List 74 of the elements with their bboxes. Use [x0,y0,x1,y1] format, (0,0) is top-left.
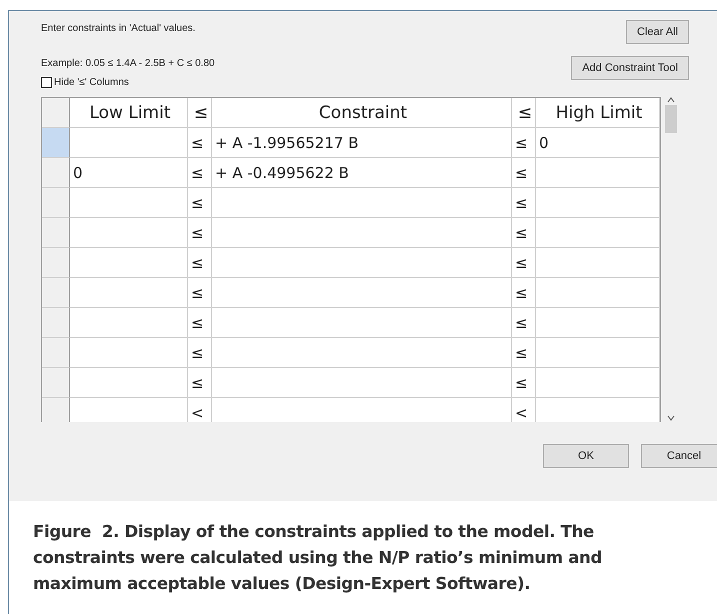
table-cell[interactable] [212,188,512,218]
table-cell[interactable]: ≤ [512,128,536,158]
table-cell[interactable] [70,128,188,158]
table-cell[interactable] [70,188,188,218]
checkbox-label: Hide '≤' Columns [54,77,129,88]
table-cell[interactable]: ≤ [188,188,212,218]
table-cell[interactable] [536,338,660,368]
scroll-thumb[interactable] [665,105,677,133]
table-cell[interactable] [70,338,188,368]
column-header[interactable]: Low Limit [70,98,188,128]
row-header[interactable] [42,248,70,278]
row-header[interactable] [42,338,70,368]
table-cell[interactable]: < [512,398,536,422]
table-cell[interactable] [70,278,188,308]
row-header[interactable] [42,368,70,398]
column-header[interactable]: Constraint [212,98,512,128]
checkbox[interactable] [41,77,52,88]
row-header[interactable] [42,158,70,188]
row-header[interactable] [42,308,70,338]
cancel-button[interactable]: Cancel [641,444,717,468]
table-cell[interactable]: < [188,398,212,422]
table-cell[interactable] [212,248,512,278]
row-header[interactable] [42,398,70,422]
column-header[interactable]: ≤ [512,98,536,128]
table-cell[interactable] [212,218,512,248]
table-cell[interactable]: ≤ [188,218,212,248]
table-cell[interactable] [70,368,188,398]
table-cell[interactable]: ≤ [188,338,212,368]
table-cell[interactable]: ≤ [188,128,212,158]
table-cell[interactable]: ≤ [512,308,536,338]
row-header[interactable] [42,128,70,158]
table-cell[interactable] [536,368,660,398]
table-cell[interactable]: ≤ [188,158,212,188]
add-constraint-button[interactable]: Add Constraint Tool [571,56,689,80]
table-cell[interactable] [536,278,660,308]
table-cell[interactable]: ≤ [512,248,536,278]
table-cell[interactable] [70,218,188,248]
ok-button[interactable]: OK [543,444,629,468]
table-cell[interactable]: ≤ [512,338,536,368]
scroll-down-icon[interactable] [667,415,675,421]
table-cell[interactable] [536,218,660,248]
table-cell[interactable] [212,338,512,368]
table-cell[interactable]: ≤ [188,278,212,308]
instruction-text: Enter constraints in 'Actual' values. [41,23,196,34]
table-cell[interactable] [536,248,660,278]
table-cell[interactable] [70,308,188,338]
clear-all-button[interactable]: Clear All [626,20,689,44]
table-cell[interactable]: ≤ [512,368,536,398]
table-cell[interactable]: + A -0.4995622 B [212,158,512,188]
column-header[interactable]: ≤ [188,98,212,128]
column-header[interactable]: High Limit [536,98,660,128]
table-cell[interactable] [212,308,512,338]
scroll-up-icon[interactable] [667,97,675,103]
table-cell[interactable] [536,158,660,188]
table-cell[interactable] [212,368,512,398]
table-cell[interactable]: 0 [70,158,188,188]
table-cell[interactable] [212,278,512,308]
table-cell[interactable] [70,248,188,278]
table-cell[interactable]: ≤ [188,308,212,338]
figure-caption: Figure 2. Display of the constraints applied to the model. The constraints were calculated using the N/P ratio’s minimum and maximum acceptable values (Design-Expert Software). [33,521,603,595]
row-header[interactable] [42,188,70,218]
example-text: Example: 0.05 ≤ 1.4A - 2.5B + C ≤ 0.80 [41,58,215,69]
row-header[interactable] [42,218,70,248]
table-cell[interactable]: ≤ [512,188,536,218]
table-cell[interactable]: ≤ [188,248,212,278]
row-header[interactable] [42,278,70,308]
table-cell[interactable] [536,188,660,218]
table-cell[interactable]: ≤ [512,218,536,248]
table-cell[interactable]: ≤ [512,278,536,308]
table-cell[interactable] [536,308,660,338]
table-cell[interactable]: ≤ [188,368,212,398]
table-cell[interactable]: ≤ [512,158,536,188]
table-cell[interactable]: 0 [536,128,660,158]
table-cell[interactable]: + A -1.99565217 B [212,128,512,158]
